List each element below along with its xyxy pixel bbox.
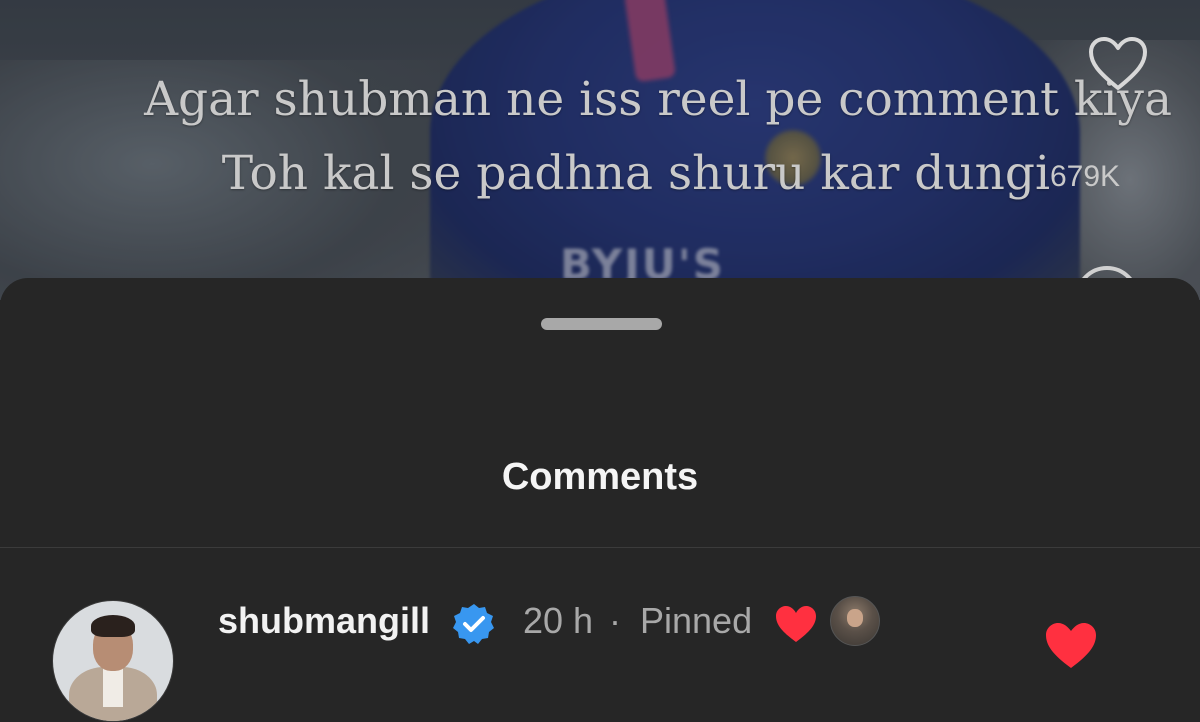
verified-badge-icon	[453, 604, 494, 644]
creator-avatar-face	[847, 609, 863, 627]
comment-item: shubmangill 20 h · Pinned	[0, 548, 1200, 722]
sheet-title: Comments	[501, 456, 699, 498]
avatar-shirt	[103, 667, 123, 707]
red-heart-icon	[776, 606, 816, 642]
heart-filled-icon[interactable]	[1043, 620, 1099, 670]
comments-sheet: Comments shubmangill 20 h · Pinned	[0, 278, 1200, 722]
creator-avatar	[830, 596, 880, 646]
avatar[interactable]	[52, 600, 174, 722]
reel-caption-line-2: Toh kal se padhna shuru kar dungi	[221, 146, 1050, 201]
heart-outline-icon[interactable]	[1088, 36, 1148, 92]
like-count: 679K	[1050, 160, 1121, 193]
reel-caption-line-1: Agar shubman ne iss reel pe comment kiya	[144, 72, 1172, 127]
drag-handle[interactable]	[541, 318, 662, 330]
reel-video[interactable]: BYJU'S Agar shubman ne iss reel pe comme…	[0, 0, 1200, 300]
avatar-hair	[91, 615, 135, 637]
comment-time: 20 h	[523, 600, 594, 641]
comment-username[interactable]: shubmangill	[218, 600, 430, 642]
pinned-label: Pinned	[640, 600, 753, 641]
separator-dot: ·	[609, 600, 621, 641]
